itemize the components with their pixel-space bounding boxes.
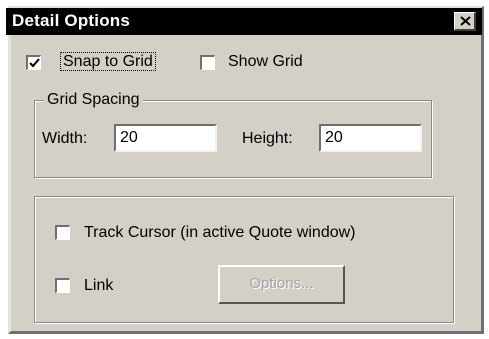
width-input[interactable] <box>114 124 217 152</box>
width-label: Width: <box>42 130 88 147</box>
track-cursor-label[interactable]: Track Cursor (in active Quote window) <box>84 224 356 242</box>
close-button[interactable] <box>454 12 476 31</box>
close-icon <box>460 16 471 26</box>
link-label[interactable]: Link <box>84 277 113 295</box>
snap-to-grid-label[interactable]: Snap to Grid <box>60 52 156 71</box>
options-button-label: Options... <box>249 275 314 292</box>
height-label: Height: <box>242 130 293 147</box>
show-grid-label[interactable]: Show Grid <box>228 53 303 71</box>
track-cursor-checkbox[interactable] <box>55 225 70 240</box>
checkmark-icon <box>29 58 40 68</box>
options-button[interactable]: Options... <box>218 265 345 304</box>
height-input[interactable] <box>319 124 422 152</box>
snap-to-grid-checkbox[interactable] <box>26 55 41 70</box>
window-title: Detail Options <box>12 11 131 30</box>
link-checkbox[interactable] <box>55 278 70 293</box>
grid-spacing-legend: Grid Spacing <box>44 91 143 109</box>
title-bar[interactable]: Detail Options <box>6 8 482 35</box>
show-grid-checkbox[interactable] <box>200 55 215 70</box>
